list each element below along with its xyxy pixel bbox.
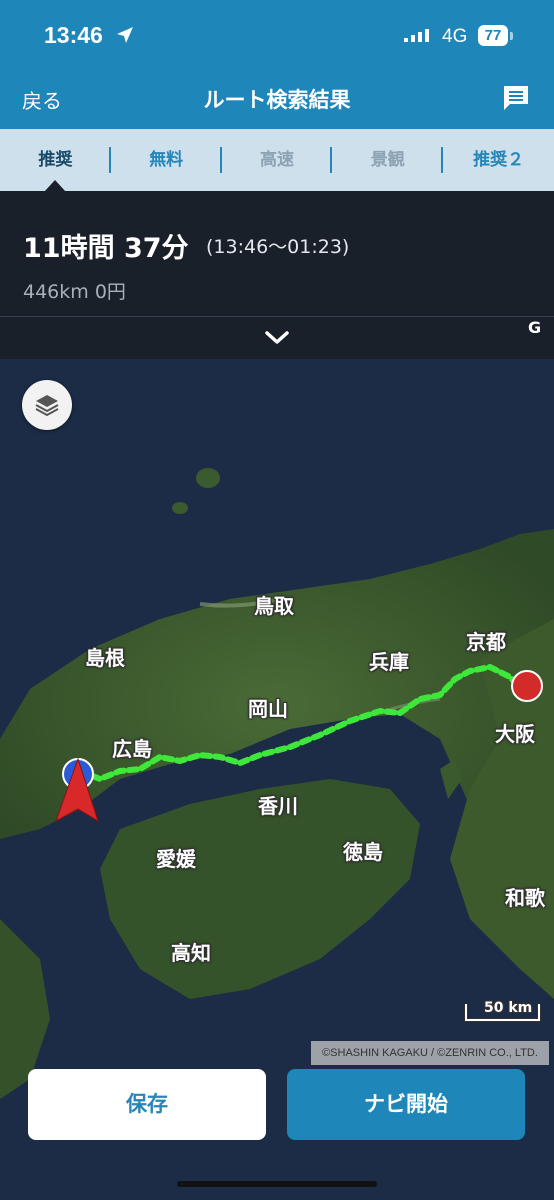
tab-divider	[330, 147, 332, 173]
tab-highway[interactable]: 高速	[222, 129, 333, 191]
battery-tip	[510, 32, 513, 40]
tab-divider	[109, 147, 111, 173]
map-label-kyoto: 京都	[466, 630, 506, 654]
map-label-tokushima: 徳島	[343, 840, 383, 864]
route-time-range: (13:46～01:23)	[206, 236, 350, 258]
map-label-kagawa: 香川	[258, 794, 298, 818]
page-title: ルート検索結果	[203, 88, 351, 112]
map-label-tottori: 鳥取	[254, 594, 294, 618]
route-summary: 11時間 37分 (13:46～01:23) 446km 0円	[0, 191, 554, 316]
route-distance-cost: 446km 0円	[23, 281, 126, 303]
status-time: 13:46	[44, 22, 103, 48]
signal-icon	[404, 29, 432, 43]
tab-recommended-2[interactable]: 推奨２	[443, 129, 554, 191]
tab-scenic[interactable]: 景観	[332, 129, 443, 191]
start-navigation-button[interactable]: ナビ開始	[287, 1069, 525, 1140]
chevron-down-icon	[265, 331, 289, 344]
map-label-osaka: 大阪	[495, 722, 535, 746]
map-label-okayama: 岡山	[248, 697, 288, 721]
map-label-shimane: 島根	[85, 646, 125, 670]
map-label-wakayama: 和歌	[505, 886, 545, 910]
goal-marker-label: G	[528, 318, 542, 337]
save-button[interactable]: 保存	[28, 1069, 266, 1140]
layers-icon	[35, 395, 59, 417]
route-option-tabs: 推奨 無料 高速 景観 推奨２	[0, 129, 554, 191]
home-indicator	[177, 1181, 377, 1187]
location-arrow-icon	[117, 27, 133, 43]
tab-divider	[220, 147, 222, 173]
message-icon[interactable]	[501, 84, 531, 112]
map-layers-button[interactable]	[22, 380, 72, 430]
map-scale-label: 50 km	[484, 1000, 533, 1016]
route-duration: 11時間 37分	[23, 233, 189, 264]
map-label-ehime: 愛媛	[156, 847, 196, 871]
map-label-hyogo: 兵庫	[369, 650, 409, 674]
expand-details-button[interactable]	[0, 316, 554, 360]
map-label-hiroshima: 広島	[112, 737, 152, 761]
map-copyright: ©SHASHIN KAGAKU / ©ZENRIN CO., LTD.	[311, 1041, 549, 1065]
app-header: 13:46 4G 77 戻る ルート検索結果	[0, 0, 554, 129]
tab-free[interactable]: 無料	[111, 129, 222, 191]
tab-divider	[441, 147, 443, 173]
map-label-kochi: 高知	[171, 941, 211, 965]
battery-icon: 77	[478, 25, 508, 46]
network-type: 4G	[442, 26, 468, 47]
